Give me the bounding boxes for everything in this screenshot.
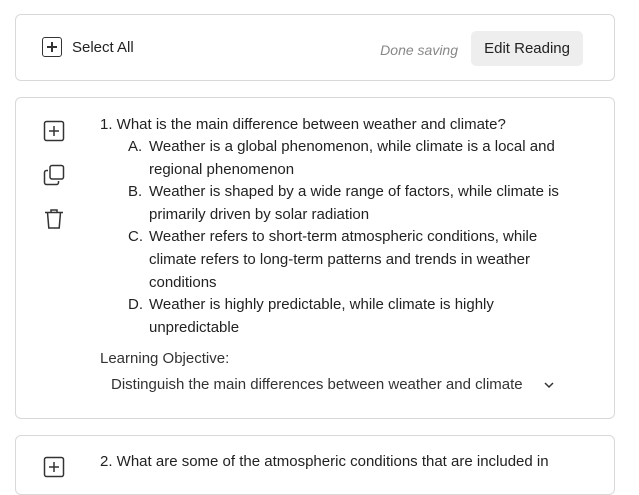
plus-box-icon[interactable]	[42, 455, 66, 479]
answer-option[interactable]: C. Weather refers to short-term atmosphe…	[128, 226, 590, 294]
select-all-control[interactable]: Select All	[42, 37, 134, 57]
answer-options: A. Weather is a global phenomenon, while…	[128, 136, 590, 339]
learning-objective-select[interactable]: Distinguish the main differences between…	[111, 376, 561, 393]
question-actions	[42, 119, 66, 251]
question-body: 1. What is the main difference between w…	[100, 114, 590, 393]
plus-box-icon[interactable]	[42, 119, 66, 143]
toolbar-card: Select All Done saving Edit Reading	[15, 14, 615, 81]
question-card: 2. What are some of the atmospheric cond…	[15, 435, 615, 495]
plus-box-icon[interactable]	[42, 37, 62, 57]
option-text: Weather refers to short-term atmospheric…	[149, 228, 538, 291]
option-letter: A.	[128, 138, 143, 155]
copy-icon[interactable]	[42, 163, 66, 187]
select-all-label: Select All	[72, 38, 134, 56]
trash-icon[interactable]	[42, 207, 66, 231]
question-card: 1. What is the main difference between w…	[15, 97, 615, 419]
option-letter: C.	[128, 228, 143, 246]
answer-option[interactable]: D. Weather is highly predictable, while …	[128, 294, 590, 339]
option-text: Weather is a global phenomenon, while cl…	[149, 138, 555, 178]
edit-reading-button[interactable]: Edit Reading	[471, 31, 583, 66]
learning-objective-value: Distinguish the main differences between…	[111, 376, 523, 394]
learning-objective-label: Learning Objective:	[100, 350, 230, 368]
answer-option[interactable]: B. Weather is shaped by a wide range of …	[128, 181, 590, 226]
option-text: Weather is highly predictable, while cli…	[149, 296, 494, 336]
answer-option[interactable]: A. Weather is a global phenomenon, while…	[128, 136, 590, 181]
chevron-down-icon[interactable]	[543, 379, 555, 391]
question-title: 1. What is the main difference between w…	[100, 116, 506, 133]
option-letter: B.	[128, 183, 143, 201]
option-text: Weather is shaped by a wide range of fac…	[149, 183, 559, 223]
option-letter: D.	[128, 296, 143, 314]
save-status: Done saving	[380, 42, 458, 58]
